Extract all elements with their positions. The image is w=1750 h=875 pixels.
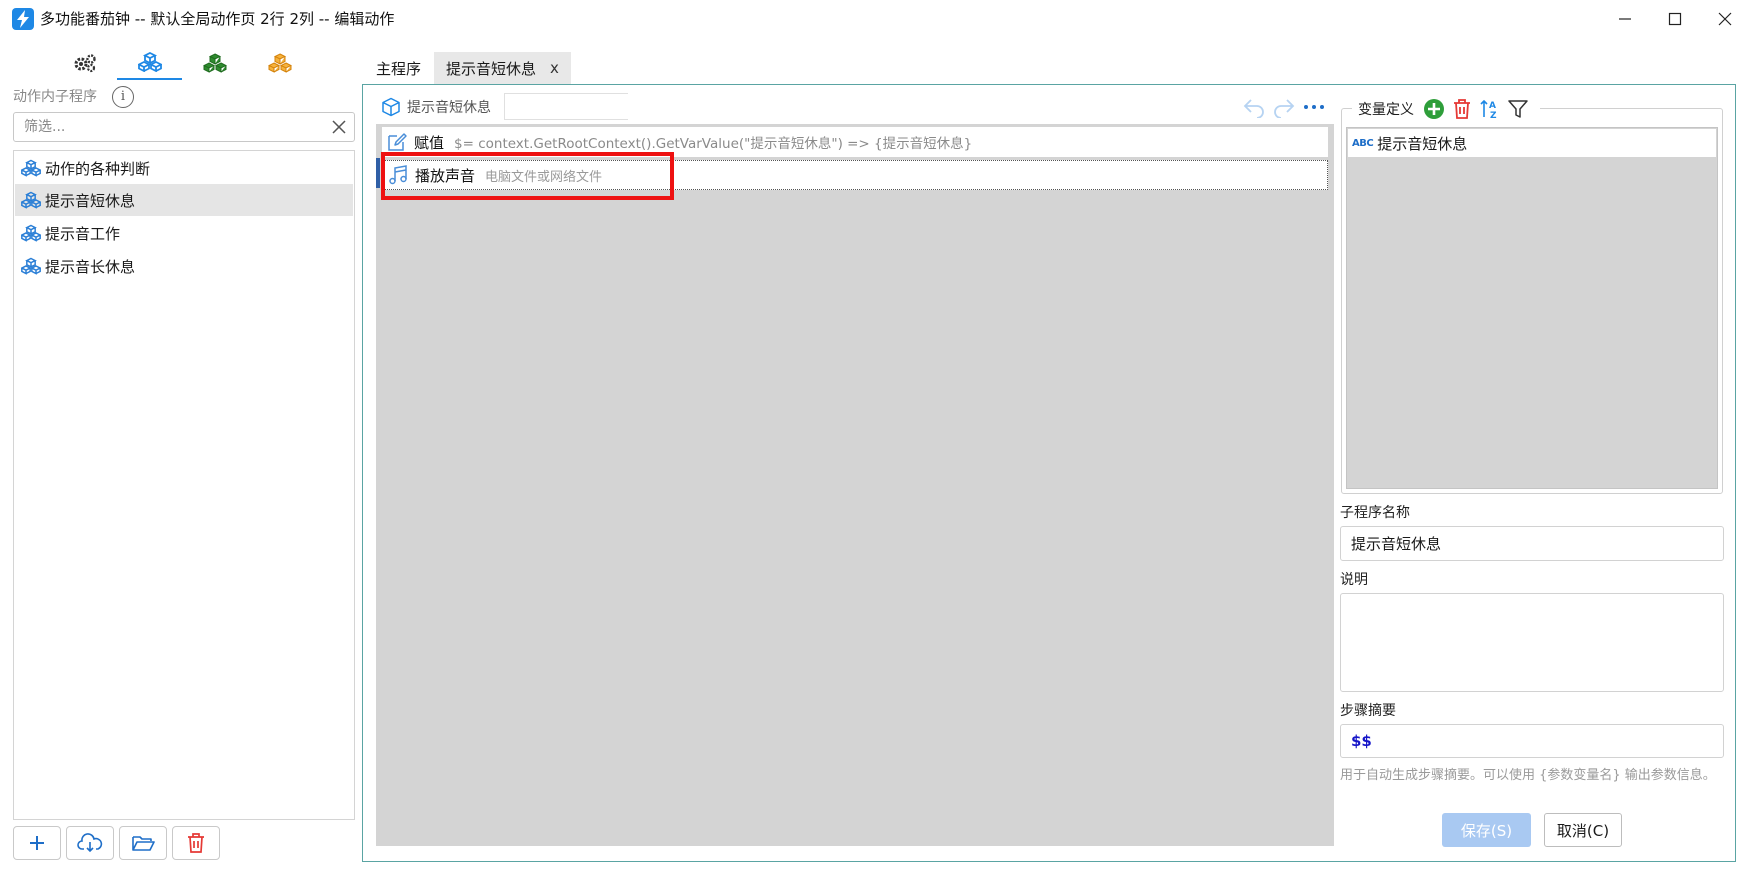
- cancel-button[interactable]: 取消(C): [1544, 813, 1622, 847]
- description-input[interactable]: [1340, 593, 1724, 692]
- subprogram-name-value: 提示音短休息: [1351, 535, 1442, 553]
- selection-indicator: [376, 158, 380, 188]
- info-icon[interactable]: i: [112, 86, 134, 108]
- variable-list: [1346, 127, 1718, 489]
- list-item-label: 提示音长休息: [45, 257, 136, 276]
- maximize-button[interactable]: [1650, 0, 1700, 38]
- subprogram-list: 动作的各种判断 提示音短休息 提示音工作 提示音长休息: [13, 150, 355, 820]
- list-item[interactable]: 动作的各种判断: [15, 152, 353, 184]
- description-label: 说明: [1340, 572, 1368, 588]
- program-name: 提示音短休息: [407, 100, 491, 116]
- cube-icon: [382, 97, 400, 117]
- gears-icon: [74, 54, 96, 73]
- tab-orange-cubes[interactable]: [247, 46, 312, 80]
- subprogram-header: 动作内子程序: [13, 89, 97, 105]
- cubes-icon: [21, 224, 41, 242]
- add-button[interactable]: [13, 826, 61, 860]
- cubes-icon: [21, 257, 41, 275]
- variable-item[interactable]: ABC 提示音短休息: [1348, 129, 1716, 157]
- filter-icon[interactable]: [1506, 97, 1530, 121]
- edit-icon: [388, 133, 407, 151]
- tab-subprograms[interactable]: [117, 46, 182, 80]
- program-search-input[interactable]: [504, 93, 628, 120]
- maximize-icon: [1668, 12, 1682, 26]
- tab-close-button[interactable]: x: [550, 59, 559, 77]
- list-item-label: 提示音工作: [45, 224, 121, 243]
- delete-button[interactable]: [172, 826, 220, 860]
- sort-az-icon[interactable]: AZ: [1478, 97, 1502, 121]
- tab-settings[interactable]: [52, 46, 117, 80]
- cubes-icon: [202, 53, 227, 73]
- highlight-box: [381, 152, 674, 200]
- tab-green-cubes[interactable]: [182, 46, 247, 80]
- add-icon: [30, 836, 44, 850]
- list-item-label: 提示音短休息: [45, 191, 136, 210]
- summary-value: $$: [1351, 732, 1372, 750]
- variable-name: 提示音短休息: [1377, 134, 1468, 153]
- program-header: 提示音短休息: [381, 95, 491, 119]
- program-canvas: [376, 124, 1334, 846]
- summary-label: 步骤摘要: [1340, 703, 1396, 719]
- variable-toolbar: 变量定义 AZ: [1352, 96, 1540, 122]
- open-folder-button[interactable]: [119, 826, 167, 860]
- tab-label: 主程序: [376, 59, 422, 78]
- list-item[interactable]: 提示音短休息: [15, 184, 353, 216]
- minimize-icon: [1619, 18, 1631, 20]
- tab-subprogram[interactable]: 提示音短休息 x: [434, 52, 571, 84]
- step-name: 赋值: [414, 133, 445, 152]
- filter-input[interactable]: [14, 113, 314, 141]
- list-item[interactable]: 提示音工作: [15, 217, 353, 249]
- save-button[interactable]: 保存(S): [1442, 813, 1531, 847]
- title-bar: 多功能番茄钟 -- 默认全局动作页 2行 2列 -- 编辑动作: [0, 0, 1750, 40]
- summary-hint: 用于自动生成步骤摘要。可以使用 {参数变量名} 输出参数信息。: [1340, 768, 1716, 783]
- list-item[interactable]: 提示音长休息: [15, 250, 353, 282]
- subprogram-name-input[interactable]: 提示音短休息: [1340, 526, 1724, 561]
- svg-text:A: A: [1489, 101, 1496, 111]
- cubes-icon: [21, 191, 41, 209]
- string-type-icon: ABC: [1352, 137, 1374, 149]
- tab-main-program[interactable]: 主程序: [364, 52, 433, 84]
- delete-icon[interactable]: [1450, 97, 1474, 121]
- tab-label: 提示音短休息: [446, 59, 537, 78]
- cubes-icon: [21, 159, 41, 177]
- svg-text:Z: Z: [1490, 111, 1497, 121]
- close-icon: [1718, 12, 1732, 26]
- cloud-download-icon: [77, 833, 103, 853]
- list-item-label: 动作的各种判断: [45, 159, 151, 178]
- redo-icon[interactable]: [1272, 96, 1296, 118]
- filter-box: [13, 112, 355, 142]
- undo-icon[interactable]: [1242, 96, 1266, 118]
- app-logo-icon: [12, 8, 34, 30]
- add-variable-icon[interactable]: [1422, 97, 1446, 121]
- summary-input[interactable]: $$: [1340, 724, 1724, 758]
- delete-icon: [188, 833, 204, 853]
- close-window-button[interactable]: [1700, 0, 1750, 38]
- subprogram-name-label: 子程序名称: [1340, 505, 1410, 521]
- more-icon[interactable]: [1302, 96, 1326, 118]
- cubes-icon: [137, 52, 162, 72]
- variable-title: 变量定义: [1358, 102, 1414, 118]
- window-title: 多功能番茄钟 -- 默认全局动作页 2行 2列 -- 编辑动作: [40, 10, 395, 28]
- left-panel-tabs: [52, 46, 312, 80]
- minimize-button[interactable]: [1600, 0, 1650, 38]
- step-description: $= context.GetRootContext().GetVarValue(…: [454, 136, 973, 152]
- clear-filter-icon[interactable]: [330, 118, 348, 136]
- cubes-icon: [267, 53, 292, 73]
- folder-open-icon: [132, 836, 155, 851]
- import-button[interactable]: [66, 826, 114, 860]
